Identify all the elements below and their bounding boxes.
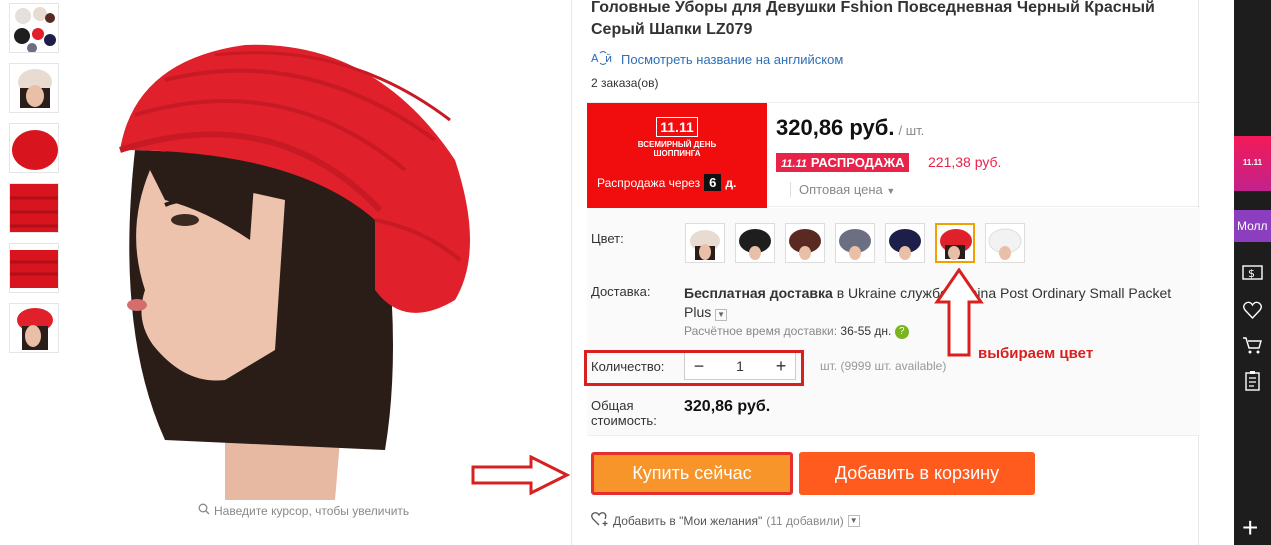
- currency-icon[interactable]: $: [1242, 262, 1263, 283]
- color-label: Цвет:: [591, 231, 624, 246]
- buy-now-button[interactable]: Купить сейчас: [591, 452, 793, 495]
- countdown-days: 6: [704, 174, 722, 191]
- arrow-to-swatch-icon: [934, 267, 984, 363]
- thumbnail-2[interactable]: [9, 63, 59, 113]
- promo-banner[interactable]: 11.11 ВСЕМИРНЫЙ ДЕНЬ ШОППИНГА Распродажа…: [587, 103, 767, 208]
- zoom-hint: Наведите курсор, чтобы увеличить: [198, 503, 409, 518]
- rail-promo-icon[interactable]: 11.11: [1234, 136, 1271, 191]
- orders-icon[interactable]: [1242, 370, 1263, 391]
- quantity-stepper: − 1 +: [684, 352, 796, 380]
- info-icon[interactable]: ?: [894, 324, 909, 339]
- quantity-increase-button[interactable]: +: [773, 356, 789, 377]
- thumbnail-list: [9, 3, 61, 363]
- product-price: 320,86 руб. / шт.: [776, 115, 925, 140]
- cart-icon[interactable]: [1242, 335, 1263, 356]
- wishlist-dropdown-icon[interactable]: ▼: [847, 514, 860, 527]
- sale-badge: 11.11 РАСПРОДАЖА: [776, 153, 910, 172]
- product-detail-panel: Головные Уборы для Девушки Fshion Повсед…: [571, 0, 1200, 545]
- total-label: Общая стоимость:: [591, 398, 657, 428]
- shipping-time: Расчётное время доставки: 36-55 дн. ?: [684, 324, 909, 339]
- product-title: Головные Уборы для Девушки Fshion Повсед…: [591, 0, 1155, 38]
- svg-text:$: $: [1248, 267, 1255, 280]
- color-swatch-white[interactable]: [985, 223, 1025, 263]
- availability: шт. (9999 шт. available): [820, 359, 947, 373]
- thumbnail-6[interactable]: [9, 303, 59, 353]
- add-to-cart-button[interactable]: Добавить в корзину: [799, 452, 1035, 495]
- color-swatches: [685, 223, 1025, 263]
- wholesale-price-toggle[interactable]: Оптовая цена ▼: [790, 182, 895, 197]
- promo-logo: 11.11 ВСЕМИРНЫЙ ДЕНЬ ШОППИНГА: [637, 117, 717, 158]
- plus-icon[interactable]: +: [1242, 514, 1258, 542]
- quantity-label: Количество:: [591, 359, 665, 374]
- svg-text:A: A: [591, 52, 599, 65]
- thumbnail-3[interactable]: [9, 123, 59, 173]
- heart-plus-icon: [591, 511, 609, 530]
- product-options: Цвет: Доставка: Бесплатная доставка в Uk…: [587, 208, 1200, 436]
- svg-text:й: й: [605, 52, 612, 65]
- sale-price: 221,38 руб.: [928, 154, 1002, 170]
- color-swatch-navy[interactable]: [885, 223, 925, 263]
- quantity-input[interactable]: 1: [736, 358, 744, 374]
- color-swatch-grey[interactable]: [835, 223, 875, 263]
- price-section: 11.11 ВСЕМИРНЫЙ ДЕНЬ ШОППИНГА Распродажа…: [587, 102, 1200, 208]
- color-swatch-beige[interactable]: [685, 223, 725, 263]
- thumbnail-4[interactable]: [9, 183, 59, 233]
- rail-mall-link[interactable]: Молл: [1234, 210, 1271, 242]
- caret-down-icon: ▼: [886, 186, 896, 196]
- heart-icon[interactable]: [1242, 300, 1263, 321]
- quantity-decrease-button[interactable]: −: [691, 356, 707, 377]
- translate-link[interactable]: Aй Посмотреть название на английском: [591, 50, 843, 69]
- magnifier-icon: [198, 503, 210, 518]
- main-product-image[interactable]: [75, 0, 535, 500]
- thumbnail-5[interactable]: [9, 243, 59, 293]
- thumbnail-1[interactable]: [9, 3, 59, 53]
- orders-count: 2 заказа(ов): [591, 76, 659, 90]
- color-swatch-red[interactable]: [935, 223, 975, 263]
- right-sidebar: 11.11 Молл $ +: [1234, 0, 1271, 545]
- translate-icon: Aй: [591, 50, 615, 69]
- total-price: 320,86 руб.: [684, 398, 771, 415]
- color-swatch-brown[interactable]: [785, 223, 825, 263]
- sale-countdown: Распродажа через 6 д.: [597, 174, 737, 191]
- wishlist-link[interactable]: Добавить в "Мои желания" (11 добавили) ▼: [591, 511, 860, 530]
- color-swatch-black[interactable]: [735, 223, 775, 263]
- annotation-label: выбираем цвет: [978, 345, 1094, 362]
- shipping-dropdown-icon[interactable]: ▼: [715, 309, 728, 321]
- arrow-to-buy-icon: [471, 454, 571, 500]
- shipping-label: Доставка:: [591, 284, 651, 299]
